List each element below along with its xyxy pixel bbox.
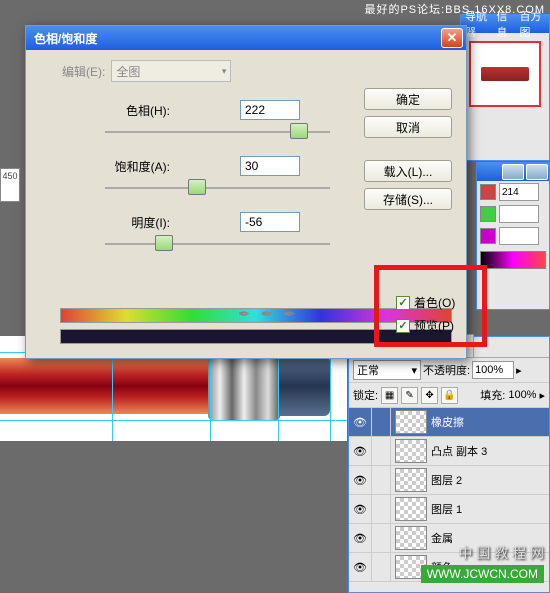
result-gradient	[60, 329, 452, 344]
visibility-eye-icon[interactable]: 👁	[349, 524, 372, 552]
layer-name: 图层 2	[431, 472, 462, 488]
color-value[interactable]: 214	[499, 183, 539, 201]
maximize-icon[interactable]	[526, 164, 548, 180]
swatch-magenta[interactable]	[480, 228, 496, 244]
layer-thumb	[395, 410, 427, 434]
colorize-check[interactable]: ✓着色(O)	[396, 294, 455, 311]
colorize-label: 着色(O)	[414, 294, 455, 311]
visibility-eye-icon[interactable]: 👁	[349, 408, 372, 436]
close-button[interactable]: ✕	[441, 28, 463, 48]
hue-sat-dialog: 色相/饱和度 ✕ 编辑(E): 全图 ▾ 色相(H): 222 饱和度(A): 30…	[25, 25, 467, 359]
hue-slider[interactable]	[105, 124, 330, 140]
lock-all-icon[interactable]: 🔒	[441, 387, 458, 404]
color-ramp[interactable]	[480, 251, 546, 269]
titlebar[interactable]: 色相/饱和度 ✕	[26, 26, 466, 50]
layer-row[interactable]: 👁 凸点 副本 3	[349, 437, 549, 466]
watermark-url: WWW.JCWCN.COM	[421, 565, 544, 583]
layer-row[interactable]: 👁 图层 1	[349, 495, 549, 524]
close-icon: ✕	[447, 30, 458, 46]
light-input[interactable]: -56	[240, 212, 300, 232]
navigator-thumb[interactable]	[469, 41, 541, 107]
light-label: 明度(I):	[40, 214, 170, 231]
chevron-icon[interactable]: ▸	[539, 389, 545, 402]
layer-name: 金属	[431, 530, 453, 546]
swatch-green[interactable]	[480, 206, 496, 222]
edit-label: 编辑(E):	[62, 63, 105, 80]
visibility-eye-icon[interactable]: 👁	[349, 437, 372, 465]
layer-thumb	[395, 497, 427, 521]
sat-slider[interactable]	[105, 180, 330, 196]
opacity-label: 不透明度:	[423, 362, 470, 378]
ok-button[interactable]: 确定	[364, 88, 452, 110]
dialog-title: 色相/饱和度	[34, 30, 97, 47]
preview-check[interactable]: ✓预览(P)	[396, 317, 455, 334]
hue-input[interactable]: 222	[240, 100, 300, 120]
visibility-eye-icon[interactable]: 👁	[349, 553, 372, 581]
layer-name: 凸点 副本 3	[431, 443, 487, 459]
eyedropper-plus-icon[interactable]: ✒	[261, 305, 274, 323]
navigator-panel: 导航器 信息 百方图	[460, 14, 550, 161]
lock-label: 锁定:	[353, 387, 378, 403]
chevron-down-icon: ▾	[411, 364, 417, 377]
light-slider[interactable]	[105, 236, 330, 252]
load-button[interactable]: 载入(L)...	[364, 160, 452, 182]
swatch-red[interactable]	[480, 184, 496, 200]
color-panel: 214	[476, 162, 550, 310]
guide-h[interactable]	[0, 420, 347, 421]
sat-label: 饱和度(A):	[40, 158, 170, 175]
preview-label: 预览(P)	[414, 317, 454, 334]
layer-thumb	[395, 526, 427, 550]
chevron-down-icon: ▾	[222, 66, 227, 77]
color-value-3[interactable]	[499, 227, 539, 245]
color-value-2[interactable]	[499, 205, 539, 223]
fill-input[interactable]: 100%	[508, 389, 536, 401]
layer-row[interactable]: 👁 橡皮擦	[349, 408, 549, 437]
eyedropper-icon[interactable]: ✒	[238, 305, 251, 323]
layer-thumb	[395, 439, 427, 463]
edit-combo[interactable]: 全图 ▾	[111, 60, 231, 82]
lock-move-icon[interactable]: ✥	[421, 387, 438, 404]
lock-brush-icon[interactable]: ✎	[401, 387, 418, 404]
fill-label: 填充:	[480, 387, 505, 403]
visibility-eye-icon[interactable]: 👁	[349, 466, 372, 494]
layer-name: 橡皮擦	[431, 414, 464, 430]
ruler-tick: 450	[0, 168, 20, 202]
chevron-icon[interactable]: ▸	[516, 364, 522, 377]
blend-mode[interactable]: 正常▾	[353, 360, 421, 380]
layer-thumb	[395, 468, 427, 492]
lock-trans-icon[interactable]: ▦	[381, 387, 398, 404]
layer-name: 图层 1	[431, 501, 462, 517]
edit-combo-value: 全图	[116, 63, 140, 80]
eyedropper-minus-icon[interactable]: ✒	[283, 305, 296, 323]
save-button[interactable]: 存储(S)...	[364, 188, 452, 210]
cancel-button[interactable]: 取消	[364, 116, 452, 138]
watermark-text: 中 国 教 程 网	[458, 543, 544, 563]
layer-row[interactable]: 👁 图层 2	[349, 466, 549, 495]
navigator-tabs[interactable]: 导航器 信息 百方图	[461, 15, 549, 33]
minimize-icon[interactable]	[502, 164, 524, 180]
sat-input[interactable]: 30	[240, 156, 300, 176]
top-watermark: 最好的PS论坛:BBS.16XX8.COM	[364, 1, 545, 17]
pencil-artwork	[0, 352, 330, 420]
opacity-input[interactable]: 100%	[472, 361, 514, 379]
eyedropper-tools: ✒ ✒ ✒	[238, 305, 296, 323]
hue-label: 色相(H):	[40, 102, 170, 119]
visibility-eye-icon[interactable]: 👁	[349, 495, 372, 523]
